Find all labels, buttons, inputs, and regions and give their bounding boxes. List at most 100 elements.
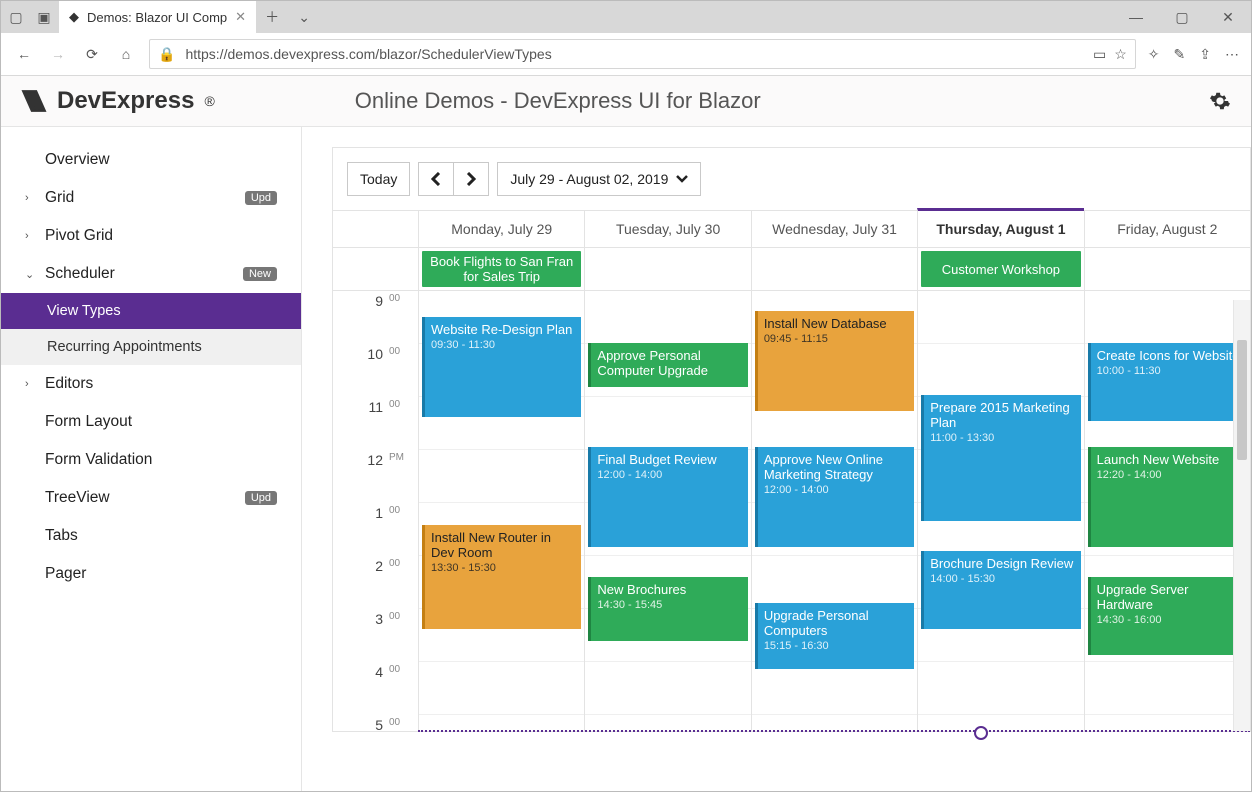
sidebar-item-editors[interactable]: ›Editors xyxy=(1,365,301,403)
day-column[interactable]: Prepare 2015 Marketing Plan11:00 - 13:30… xyxy=(917,291,1083,731)
event-time: 14:00 - 15:30 xyxy=(930,573,1074,585)
more-icon[interactable]: ⋯ xyxy=(1225,46,1239,63)
event[interactable]: Install New Database09:45 - 11:15 xyxy=(755,311,914,411)
event[interactable]: Launch New Website 12:20 - 14:00 xyxy=(1088,447,1247,547)
scrollbar-thumb[interactable] xyxy=(1237,340,1247,460)
event-time: 09:30 - 11:30 xyxy=(431,339,575,351)
new-tab-button[interactable]: ＋ xyxy=(256,1,288,33)
sidebar-item-form-validation[interactable]: ›Form Validation xyxy=(1,441,301,479)
share-icon[interactable]: ⇪ xyxy=(1199,46,1211,63)
badge: Upd xyxy=(245,491,277,505)
allday-cell[interactable] xyxy=(1084,248,1250,290)
chevron-down-icon xyxy=(676,175,688,183)
allday-event[interactable]: Customer Workshop xyxy=(921,251,1080,287)
back-button[interactable]: ← xyxy=(13,46,35,62)
event[interactable]: New Brochures14:30 - 15:45 xyxy=(588,577,747,641)
sidebar-item-label: Scheduler xyxy=(45,265,115,283)
minute-label: 00 xyxy=(389,609,400,661)
event-time: 12:20 - 14:00 xyxy=(1097,469,1241,481)
event[interactable]: Final Budget Review12:00 - 14:00 xyxy=(588,447,747,547)
sidebar-subitem-view-types[interactable]: View Types xyxy=(1,293,301,329)
draw-icon[interactable]: ✎ xyxy=(1174,46,1186,63)
sidebar-item-scheduler[interactable]: ⌄SchedulerNew xyxy=(1,255,301,293)
event[interactable]: Website Re-Design Plan 09:30 - 11:30 xyxy=(422,317,581,417)
sidebar-item-treeview[interactable]: ›TreeViewUpd xyxy=(1,479,301,517)
close-tab-icon[interactable]: ✕ xyxy=(235,9,246,25)
date-range-picker[interactable]: July 29 - August 02, 2019 xyxy=(497,162,701,196)
event[interactable]: Approve New Online Marketing Strategy12:… xyxy=(755,447,914,547)
chevron-icon: › xyxy=(25,192,35,204)
reader-icon[interactable]: ▭ xyxy=(1093,46,1106,63)
allday-cell[interactable]: Customer Workshop xyxy=(917,248,1083,290)
event[interactable]: Upgrade Personal Computers15:15 - 16:30 xyxy=(755,603,914,669)
day-header[interactable]: Thursday, August 1 xyxy=(917,208,1083,247)
address-bar[interactable]: 🔒 ▭ ☆ xyxy=(149,39,1136,69)
sidebar-item-label: Tabs xyxy=(45,527,78,545)
gear-icon[interactable] xyxy=(1209,90,1231,112)
day-header[interactable]: Tuesday, July 30 xyxy=(584,211,750,247)
sidebar-item-overview[interactable]: ›Overview xyxy=(1,141,301,179)
sidebar-item-form-layout[interactable]: ›Form Layout xyxy=(1,403,301,441)
event-title: Website Re-Design Plan xyxy=(431,322,575,337)
favorites-list-icon[interactable]: ✧ xyxy=(1148,46,1160,63)
next-button[interactable] xyxy=(453,162,489,196)
sidebar-item-label: Grid xyxy=(45,189,74,207)
calendar: Monday, July 29Tuesday, July 30Wednesday… xyxy=(333,210,1250,731)
hour-label: 11 xyxy=(333,397,389,449)
event[interactable]: Install New Router in Dev Room13:30 - 15… xyxy=(422,525,581,629)
sidebar-item-pivot-grid[interactable]: ›Pivot Grid xyxy=(1,217,301,255)
allday-event[interactable]: Book Flights to San Fran for Sales Trip xyxy=(422,251,581,287)
allday-cell[interactable] xyxy=(584,248,750,290)
event[interactable]: Brochure Design Review14:00 - 15:30 xyxy=(921,551,1080,629)
browser-toolbar: ← → ⟳ ⌂ 🔒 ▭ ☆ ✧ ✎ ⇪ ⋯ xyxy=(1,33,1251,76)
sidebar-item-tabs[interactable]: ›Tabs xyxy=(1,517,301,555)
sidebar-item-pager[interactable]: ›Pager xyxy=(1,555,301,593)
today-button[interactable]: Today xyxy=(347,162,410,196)
favorite-icon[interactable]: ☆ xyxy=(1114,46,1127,63)
event[interactable]: Create Icons for Website10:00 - 11:30 xyxy=(1088,343,1247,421)
event-title: Upgrade Personal Computers xyxy=(764,608,908,638)
home-button[interactable]: ⌂ xyxy=(115,46,137,62)
day-header[interactable]: Friday, August 2 xyxy=(1084,211,1250,247)
allday-cell[interactable] xyxy=(751,248,917,290)
event-time: 10:00 - 11:30 xyxy=(1097,365,1241,377)
prev-button[interactable] xyxy=(418,162,453,196)
event-time: 09:45 - 11:15 xyxy=(764,333,908,345)
allday-cell[interactable]: Book Flights to San Fran for Sales Trip xyxy=(418,248,584,290)
day-column[interactable]: Install New Database09:45 - 11:15 Approve… xyxy=(751,291,917,731)
window-stack-icon[interactable]: ▢ xyxy=(7,8,25,26)
day-header[interactable]: Wednesday, July 31 xyxy=(751,211,917,247)
event[interactable]: Upgrade Server Hardware14:30 - 16:00 xyxy=(1088,577,1247,655)
minute-label: 00 xyxy=(389,662,400,714)
sidebar-item-grid[interactable]: ›GridUpd xyxy=(1,179,301,217)
day-column[interactable]: Create Icons for Website10:00 - 11:30 Lau… xyxy=(1084,291,1250,731)
event-time: 12:00 - 14:00 xyxy=(764,484,908,496)
chevron-icon: › xyxy=(25,378,35,390)
brand-logo[interactable]: DevExpress® xyxy=(21,87,215,115)
current-time-line xyxy=(418,730,1250,732)
event-title: Launch New Website xyxy=(1097,452,1241,467)
day-column[interactable]: Approve Personal Computer Upgrade Final B… xyxy=(584,291,750,731)
close-window-button[interactable]: ✕ xyxy=(1205,1,1251,33)
event-title: Approve Personal Computer Upgrade xyxy=(597,348,741,378)
event[interactable]: Approve Personal Computer Upgrade xyxy=(588,343,747,387)
vertical-scrollbar[interactable] xyxy=(1233,300,1250,731)
day-header[interactable]: Monday, July 29 xyxy=(418,211,584,247)
tab-title: Demos: Blazor UI Comp xyxy=(87,10,227,25)
tab-actions-icon[interactable]: ⌄ xyxy=(288,1,320,33)
event[interactable]: Prepare 2015 Marketing Plan11:00 - 13:30 xyxy=(921,395,1080,521)
page-title: Online Demos - DevExpress UI for Blazor xyxy=(355,88,761,114)
event-title: Install New Router in Dev Room xyxy=(431,530,575,560)
refresh-button[interactable]: ⟳ xyxy=(81,46,103,63)
sidebar-subitem-recurring-appointments[interactable]: Recurring Appointments xyxy=(1,329,301,365)
browser-tab[interactable]: ◆ Demos: Blazor UI Comp ✕ xyxy=(59,1,256,33)
current-time-dot xyxy=(974,726,988,740)
sidebar-item-label: TreeView xyxy=(45,489,110,507)
reading-icon[interactable]: ▣ xyxy=(35,8,53,26)
maximize-button[interactable]: ▢ xyxy=(1159,1,1205,33)
url-input[interactable] xyxy=(183,45,1085,63)
hour-label: 1 xyxy=(333,503,389,555)
minimize-button[interactable]: — xyxy=(1113,1,1159,33)
hour-label: 2 xyxy=(333,556,389,608)
day-column[interactable]: Website Re-Design Plan 09:30 - 11:30 Insta… xyxy=(418,291,584,731)
